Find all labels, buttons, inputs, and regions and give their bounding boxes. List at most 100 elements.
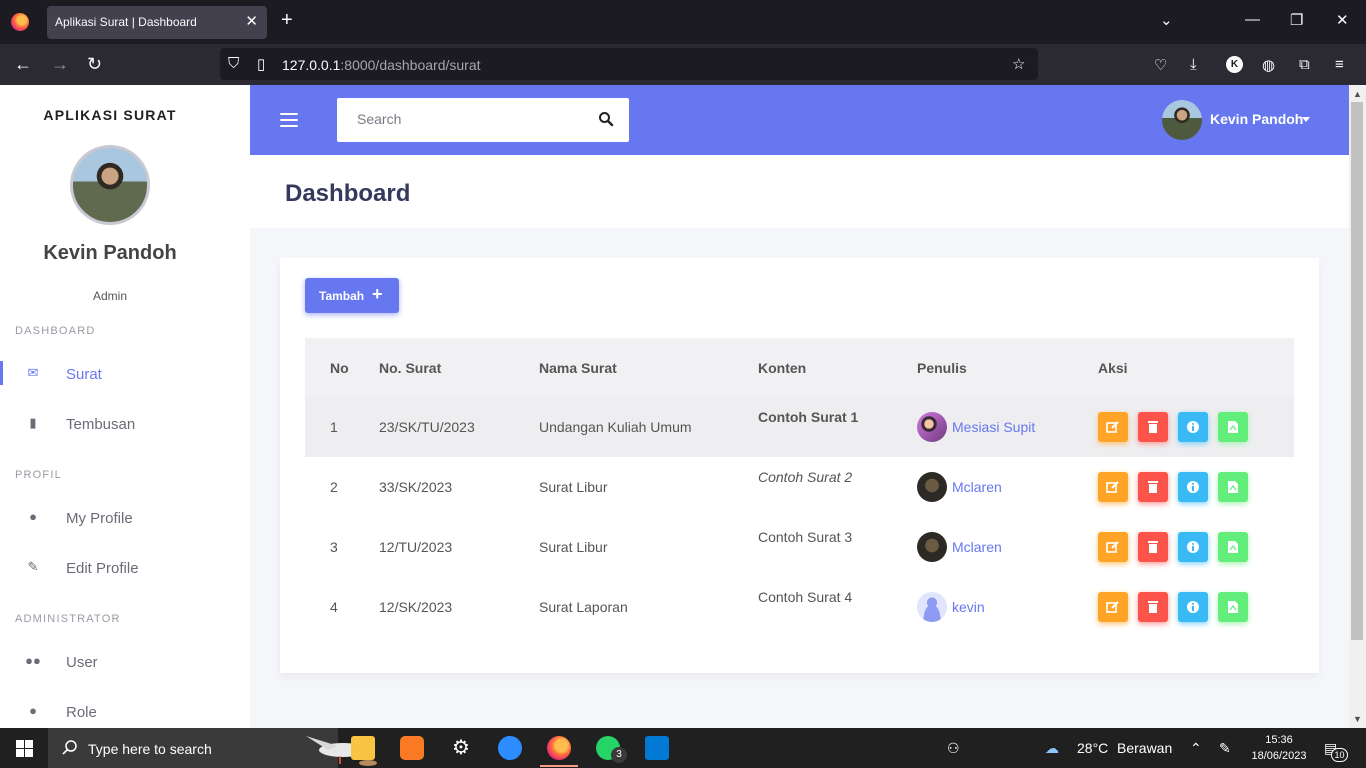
scroll-up-icon[interactable]: ▲	[1353, 89, 1362, 99]
edit-icon	[1106, 541, 1119, 553]
info-button[interactable]	[1177, 472, 1208, 502]
search-input[interactable]	[357, 111, 587, 127]
users-icon: ●●	[25, 653, 41, 668]
cell-aksi	[1098, 517, 1294, 577]
profile-k-icon[interactable]: K	[1226, 56, 1243, 73]
pdf-button[interactable]	[1217, 592, 1248, 622]
edit-button[interactable]	[1098, 592, 1128, 622]
menu-icon[interactable]: ≡	[1335, 56, 1344, 73]
file-explorer-icon[interactable]	[351, 736, 375, 760]
pdf-button[interactable]	[1217, 412, 1248, 442]
trash-icon	[1147, 541, 1158, 553]
pocket-icon[interactable]: ♡	[1154, 56, 1167, 74]
restore-icon[interactable]: ❐	[1290, 11, 1303, 29]
cell-no: 4	[330, 599, 338, 615]
url-path: :8000/dashboard/surat	[340, 57, 481, 73]
avatar	[917, 592, 947, 622]
section-dashboard: DASHBOARD	[15, 325, 96, 337]
info-button[interactable]	[1177, 412, 1208, 442]
minimize-icon[interactable]: —	[1245, 11, 1260, 28]
info-button[interactable]	[1177, 592, 1208, 622]
vscode-icon[interactable]	[645, 736, 669, 760]
bookmark-star-icon[interactable]: ☆	[1012, 55, 1025, 73]
surat-table: No No. Surat Nama Surat Konten Penulis A…	[305, 338, 1294, 637]
taskbar-search[interactable]: Type here to search	[48, 728, 377, 768]
tambah-button[interactable]: Tambah +	[305, 278, 399, 313]
back-icon[interactable]: ←	[14, 54, 32, 75]
delete-button[interactable]	[1137, 532, 1168, 562]
cell-penulis: Mesiasi Supit	[917, 397, 1098, 457]
chevron-up-icon[interactable]: ⌃	[1190, 740, 1202, 757]
penulis-link[interactable]: Mclaren	[952, 479, 1002, 495]
active-app-indicator	[540, 765, 578, 767]
tab-list-chevron-icon[interactable]: ⌄	[1160, 11, 1173, 29]
cell-nomor: 33/SK/2023	[379, 479, 453, 495]
cell-nomor: 12/TU/2023	[379, 539, 453, 555]
search-icon[interactable]	[598, 111, 614, 127]
system-clock[interactable]: 15:36 18/06/2023	[1248, 732, 1310, 764]
edit-button[interactable]	[1098, 472, 1128, 502]
people-icon[interactable]: ⚇	[947, 740, 960, 757]
pdf-button[interactable]	[1217, 532, 1248, 562]
delete-button[interactable]	[1137, 592, 1168, 622]
pen-icon[interactable]: ✎	[1219, 740, 1231, 757]
clock-time: 15:36	[1265, 734, 1293, 746]
cell-no: 2	[330, 479, 338, 495]
taskbar-search-text: Type here to search	[88, 741, 212, 757]
avatar	[1162, 100, 1202, 140]
table-row: 4 12/SK/2023 Surat Laporan Contoh Surat …	[305, 577, 1294, 637]
konten-text: Contoh Surat 2	[758, 469, 853, 485]
sidebar-item-user[interactable]: ●● User	[0, 643, 250, 683]
firefox-taskbar-icon[interactable]	[547, 736, 571, 760]
settings-gear-icon[interactable]: ⚙	[449, 736, 473, 760]
sidebar-user-name: Kevin Pandoh	[43, 242, 177, 264]
download-icon[interactable]: ⤓	[1190, 56, 1197, 73]
page-icon: ▯	[257, 56, 266, 73]
globe-icon[interactable]: ◍	[1262, 56, 1275, 74]
sidebar-item-surat[interactable]: ✉ Surat	[0, 355, 250, 395]
browser-tab[interactable]: Aplikasi Surat | Dashboard ✕	[47, 6, 267, 39]
info-button[interactable]	[1177, 532, 1208, 562]
scroll-down-icon[interactable]: ▼	[1353, 714, 1362, 724]
table-row: 1 23/SK/TU/2023 Undangan Kuliah Umum Con…	[305, 397, 1294, 457]
reload-icon[interactable]: ↻	[87, 54, 102, 75]
avatar	[917, 412, 947, 442]
pdf-button[interactable]	[1217, 472, 1248, 502]
zoom-icon[interactable]	[498, 736, 522, 760]
edit-button[interactable]	[1098, 412, 1128, 442]
url-text[interactable]: 127.0.0.1:8000/dashboard/surat	[282, 57, 481, 73]
address-bar[interactable]: ⛉ ▯ 127.0.0.1:8000/dashboard/surat ☆	[220, 48, 1038, 80]
extensions-icon[interactable]: ⧉	[1299, 56, 1310, 73]
close-tab-icon[interactable]: ✕	[245, 12, 258, 30]
surat-card: Tambah + No No. Surat Nama Surat Konten …	[280, 258, 1319, 673]
hamburger-menu-icon[interactable]	[280, 113, 298, 127]
delete-button[interactable]	[1137, 412, 1168, 442]
trash-icon	[1147, 481, 1158, 493]
penulis-link[interactable]: Mclaren	[952, 539, 1002, 555]
weather-temperature[interactable]: 28°C	[1077, 740, 1108, 756]
file-pdf-icon	[1227, 601, 1238, 613]
sidebar-item-my-profile[interactable]: ● My Profile	[0, 499, 250, 539]
page-scrollbar[interactable]: ▲ ▼	[1349, 85, 1366, 728]
penulis-link[interactable]: kevin	[952, 599, 985, 615]
column-header: Nama Surat	[539, 359, 617, 376]
delete-button[interactable]	[1137, 472, 1168, 502]
shield-icon[interactable]: ⛉	[228, 55, 239, 72]
windows-start-icon[interactable]	[16, 740, 33, 757]
weather-description[interactable]: Berawan	[1117, 740, 1172, 756]
sidebar-item-role[interactable]: ● Role	[0, 693, 250, 728]
sidebar: APLIKASI SURAT Kevin Pandoh Admin DASHBO…	[0, 85, 250, 728]
penulis-link[interactable]: Mesiasi Supit	[952, 419, 1035, 435]
scrollbar-thumb[interactable]	[1351, 102, 1363, 640]
sidebar-item-edit-profile[interactable]: ✎ Edit Profile	[0, 549, 250, 589]
table-row: 2 33/SK/2023 Surat Libur Contoh Surat 2 …	[305, 457, 1294, 517]
edit-button[interactable]	[1098, 532, 1128, 562]
forward-icon[interactable]: →	[51, 54, 69, 75]
xampp-icon[interactable]	[400, 736, 424, 760]
info-icon	[1186, 481, 1199, 493]
new-tab-icon[interactable]: +	[281, 9, 293, 32]
sidebar-item-tembusan[interactable]: ▮ Tembusan	[0, 405, 250, 445]
brand-title[interactable]: APLIKASI SURAT	[0, 107, 220, 123]
close-window-icon[interactable]: ✕	[1336, 11, 1349, 29]
cell-nama: Undangan Kuliah Umum	[539, 419, 692, 435]
